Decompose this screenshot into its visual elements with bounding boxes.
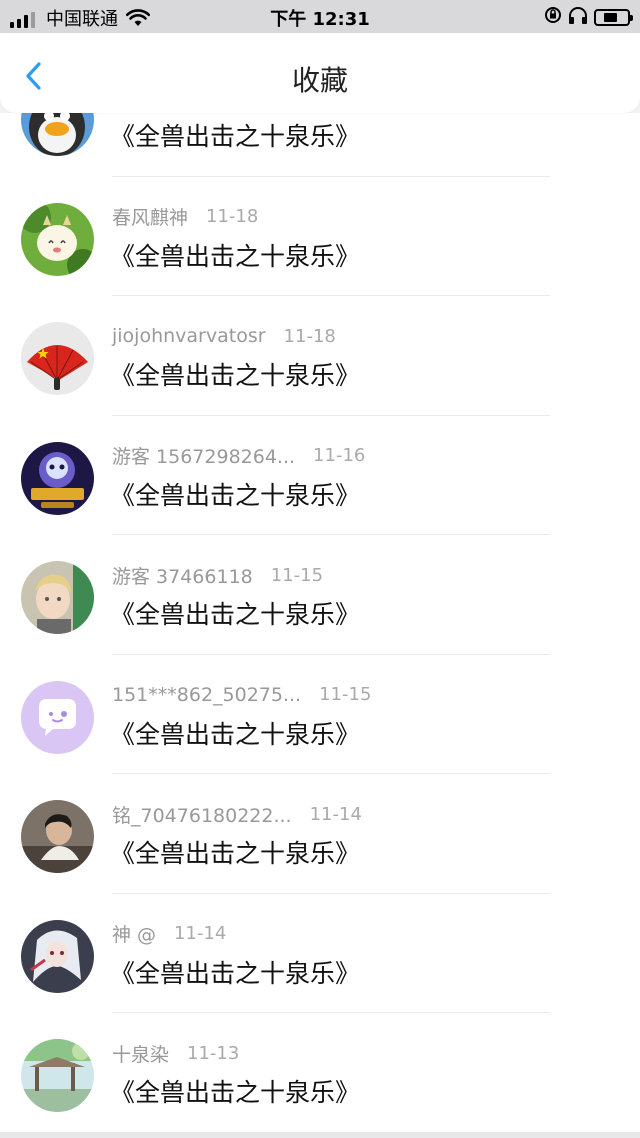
item-meta: 游客 1567298264... 11-16 (112, 443, 365, 469)
list-item[interactable]: 游客 37466118 11-15 《全兽出击之十泉乐》 (0, 535, 640, 655)
list-item[interactable]: 春风麒神 11-18 《全兽出击之十泉乐》 (0, 177, 640, 296)
item-date: 11-15 (319, 684, 372, 705)
item-title[interactable]: 《全兽出击之十泉乐》 (110, 834, 360, 870)
item-title[interactable]: 《全兽出击之十泉乐》 (110, 237, 360, 273)
item-title[interactable]: 《全兽出击之十泉乐》 (110, 1073, 360, 1109)
item-date: 11-14 (174, 923, 227, 944)
list-item[interactable]: 游客 1567298264... 11-16 《全兽出击之十泉乐》 (0, 416, 640, 535)
item-meta: 铭_70476180222... 11-14 (112, 801, 362, 827)
battery-level (604, 13, 617, 22)
item-meta: 神 @ 11-14 (112, 921, 226, 947)
status-right (538, 6, 633, 29)
user-avatar[interactable] (21, 561, 94, 634)
user-name[interactable]: 151***862_50275... (112, 684, 301, 706)
item-date: 11-16 (313, 445, 366, 466)
user-name[interactable]: 游客 37466118 (112, 562, 253, 589)
user-name[interactable]: jiojohnvarvatosr (112, 325, 266, 347)
user-name[interactable]: 春风麒神 (112, 203, 188, 230)
user-avatar[interactable] (21, 202, 94, 276)
user-name[interactable]: 游客 1567298264... (112, 442, 295, 469)
bottom-bar (0, 1132, 640, 1138)
item-date: 11-13 (187, 1042, 240, 1064)
user-avatar[interactable] (21, 680, 94, 754)
item-meta: jiojohnvarvatosr 11-18 (112, 323, 336, 349)
user-name[interactable]: 神 @ (112, 920, 156, 947)
item-date: 11-18 (283, 325, 336, 347)
list-item[interactable]: 神 @ 11-14 《全兽出击之十泉乐》 (0, 894, 640, 1013)
item-meta: 游客 37466118 11-15 (112, 562, 323, 588)
user-avatar[interactable] (21, 800, 94, 873)
list-item[interactable]: jiojohnvarvatosr 11-18 《全兽出击之十泉乐》 (0, 296, 640, 416)
item-title[interactable]: 《全兽出击之十泉乐》 (110, 595, 360, 631)
navigation-bar: 收藏 (0, 33, 640, 113)
item-date: 11-14 (309, 803, 362, 825)
item-title[interactable]: 《全兽出击之十泉乐》 (110, 117, 360, 153)
battery-icon (594, 9, 633, 26)
status-bar: 中国联通 下午 12:31 (0, 0, 640, 33)
item-meta: 151***862_50275... 11-15 (112, 682, 371, 708)
item-title[interactable]: 《全兽出击之十泉乐》 (110, 954, 360, 990)
item-title[interactable]: 《全兽出击之十泉乐》 (110, 715, 360, 751)
item-date: 11-18 (206, 206, 259, 227)
favorites-list[interactable]: 《全兽出击之十泉乐》 春风麒神 11-18 《全兽出击之十泉乐》 jiojohn… (0, 113, 640, 1138)
user-name[interactable]: 十泉染 (112, 1040, 169, 1067)
item-title[interactable]: 《全兽出击之十泉乐》 (110, 356, 360, 392)
item-title[interactable]: 《全兽出击之十泉乐》 (110, 476, 360, 512)
item-meta: 十泉染 11-13 (112, 1040, 239, 1066)
favorites-list-content: 《全兽出击之十泉乐》 春风麒神 11-18 《全兽出击之十泉乐》 jiojohn… (0, 113, 640, 1133)
list-item[interactable]: 十泉染 11-13 《全兽出击之十泉乐》 (0, 1013, 640, 1133)
item-meta: 春风麒神 11-18 (112, 204, 258, 230)
user-avatar[interactable] (21, 919, 94, 993)
list-item[interactable]: 《全兽出击之十泉乐》 (0, 113, 640, 177)
user-avatar[interactable] (21, 113, 94, 156)
user-avatar[interactable] (21, 322, 94, 395)
rotation-lock-icon (544, 6, 562, 29)
headphones-icon (568, 6, 588, 29)
item-date: 11-15 (270, 564, 324, 586)
page-title: 收藏 (291, 64, 348, 97)
user-avatar[interactable] (21, 441, 94, 515)
list-item[interactable]: 151***862_50275... 11-15 《全兽出击之十泉乐》 (0, 655, 640, 774)
list-item[interactable]: 铭_70476180222... 11-14 《全兽出击之十泉乐》 (0, 774, 640, 894)
user-avatar[interactable] (21, 1039, 94, 1112)
user-name[interactable]: 铭_70476180222... (112, 801, 292, 828)
